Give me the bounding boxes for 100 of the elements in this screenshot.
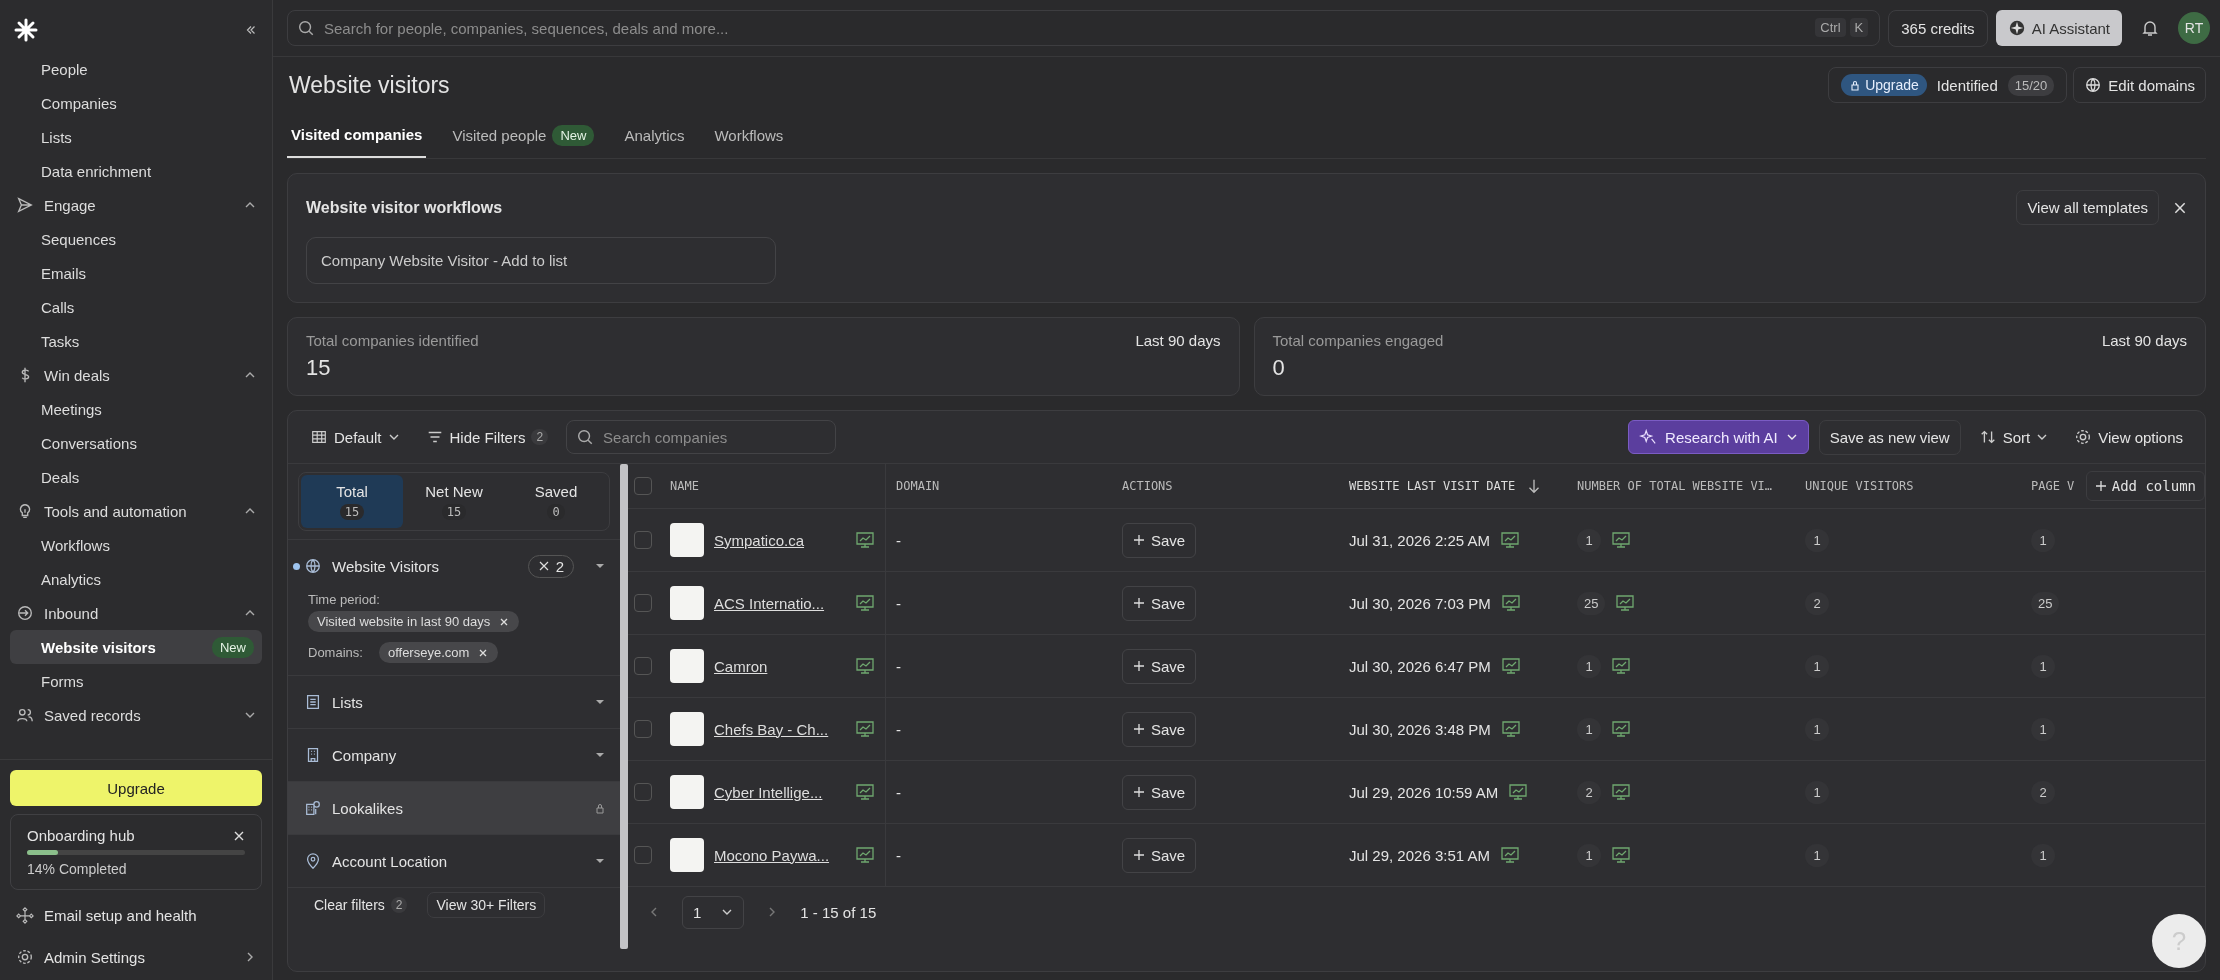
close-icon[interactable] [233, 829, 245, 842]
filter-section[interactable]: Lookalikes [288, 782, 620, 835]
credits-counter[interactable]: 365 credits [1888, 9, 1988, 47]
checkbox[interactable] [634, 783, 652, 801]
chart-monitor-icon[interactable] [855, 656, 875, 676]
collapse-icon[interactable] [244, 23, 258, 37]
segment-tab[interactable]: Saved 0 [505, 475, 607, 528]
chart-monitor-icon[interactable] [855, 530, 875, 550]
add-column-button[interactable]: Add column [2085, 471, 2205, 501]
ai-assistant-button[interactable]: AI Assistant [1995, 10, 2122, 46]
nav-section[interactable]: Inbound [10, 596, 262, 630]
filter-chip[interactable]: offerseye.com [378, 642, 499, 663]
chart-monitor-icon[interactable] [855, 845, 875, 865]
nav-item[interactable]: Companies [10, 86, 262, 120]
chart-monitor-icon[interactable] [1611, 845, 1631, 865]
chart-monitor-icon[interactable] [1499, 845, 1520, 865]
save-button[interactable]: Save [1122, 711, 1197, 747]
upgrade-button[interactable]: Upgrade [10, 770, 262, 806]
company-link[interactable]: Sympatico.ca [714, 531, 845, 549]
nav-item[interactable]: People [10, 52, 262, 86]
hide-filters-button[interactable]: Hide Filters 2 [417, 422, 557, 452]
chart-monitor-icon[interactable] [1611, 719, 1631, 739]
nav-item[interactable]: Forms [10, 664, 262, 698]
tab[interactable]: Workflows [710, 113, 788, 158]
chart-monitor-icon[interactable] [855, 782, 875, 802]
nav-section[interactable]: Saved records [10, 698, 262, 732]
save-button[interactable]: Save [1122, 585, 1197, 621]
segment-tab[interactable]: Net New 15 [403, 475, 505, 528]
nav-section[interactable]: Win deals [10, 358, 262, 392]
nav-item[interactable]: Calls [10, 290, 262, 324]
save-view-button[interactable]: Save as new view [1818, 419, 1961, 455]
nav-item[interactable]: Meetings [10, 392, 262, 426]
user-avatar[interactable]: RT [2178, 12, 2210, 44]
save-button[interactable]: Save [1122, 774, 1197, 810]
company-link[interactable]: Chefs Bay - Ch... [714, 720, 845, 738]
tab[interactable]: Visited companies [287, 113, 427, 158]
clear-filters-button[interactable]: Clear filters 2 [308, 896, 414, 914]
chart-monitor-icon[interactable] [1615, 593, 1636, 613]
chart-monitor-icon[interactable] [1500, 656, 1521, 676]
column-header[interactable]: ACTIONS [1122, 479, 1173, 493]
checkbox[interactable] [634, 594, 652, 612]
nav-item[interactable]: Conversations [10, 426, 262, 460]
nav-section[interactable]: Engage [10, 188, 262, 222]
save-button[interactable]: Save [1122, 522, 1197, 558]
nav-item[interactable]: Website visitors New [10, 630, 262, 664]
save-button[interactable]: Save [1122, 648, 1197, 684]
nav-link[interactable]: Admin Settings [10, 940, 262, 974]
filter-chip[interactable]: Visited website in last 90 days [308, 611, 520, 632]
nav-item[interactable]: Workflows [10, 528, 262, 562]
close-icon[interactable] [2173, 200, 2187, 215]
checkbox[interactable] [634, 657, 652, 675]
scrollbar[interactable] [620, 464, 628, 949]
more-filters-button[interactable]: View 30+ Filters [427, 892, 546, 918]
chart-monitor-icon[interactable] [855, 593, 875, 613]
chart-monitor-icon[interactable] [1500, 719, 1521, 739]
chart-monitor-icon[interactable] [1499, 530, 1520, 550]
company-link[interactable]: Camron [714, 657, 845, 675]
column-header[interactable]: DOMAIN [896, 479, 940, 493]
column-header[interactable]: NAME [670, 479, 699, 493]
tab[interactable]: Visited people New [448, 113, 599, 158]
segment-tab[interactable]: Total 15 [301, 475, 403, 528]
sort-button[interactable]: Sort [1970, 422, 2057, 452]
upgrade-badge[interactable]: Upgrade [1841, 74, 1927, 96]
chart-monitor-icon[interactable] [855, 719, 875, 739]
column-header[interactable]: PAGE V [2031, 479, 2075, 493]
nav-item[interactable]: Deals [10, 460, 262, 494]
workflow-template[interactable]: Company Website Visitor - Add to list [306, 237, 776, 284]
nav-item[interactable]: Data enrichment [10, 154, 262, 188]
checkbox[interactable] [634, 477, 652, 495]
checkbox[interactable] [634, 720, 652, 738]
checkbox[interactable] [634, 846, 652, 864]
company-search-field[interactable]: Search companies [566, 420, 837, 454]
chart-monitor-icon[interactable] [1611, 530, 1631, 550]
company-link[interactable]: Mocono Paywa... [714, 846, 845, 864]
filter-section[interactable]: Website Visitors 2 Time period: Visited website in last 90 days Domains: offerseye.com [288, 540, 620, 676]
nav-link[interactable]: Email setup and health [10, 898, 262, 932]
chart-monitor-icon[interactable] [1500, 593, 1521, 613]
save-button[interactable]: Save [1122, 837, 1197, 873]
column-header[interactable]: NUMBER OF TOTAL WEBSITE VI… [1577, 479, 1773, 493]
view-dropdown[interactable]: Default [302, 422, 408, 452]
nav-item[interactable]: Lists [10, 120, 262, 154]
page-select[interactable]: 1 [682, 895, 745, 929]
nav-item[interactable]: Analytics [10, 562, 262, 596]
bell-icon[interactable] [2140, 18, 2160, 38]
chart-monitor-icon[interactable] [1508, 782, 1529, 802]
tab[interactable]: Analytics [620, 113, 689, 158]
company-link[interactable]: Cyber Intellige... [714, 783, 845, 801]
column-header[interactable]: UNIQUE VISITORS [1805, 479, 1914, 493]
nav-item[interactable]: Tasks [10, 324, 262, 358]
view-options-button[interactable]: View options [2066, 422, 2191, 452]
nav-item[interactable]: Sequences [10, 222, 262, 256]
nav-item[interactable]: Emails [10, 256, 262, 290]
chart-monitor-icon[interactable] [1611, 782, 1631, 802]
chart-monitor-icon[interactable] [1611, 656, 1631, 676]
edit-domains-button[interactable]: Edit domains [2073, 67, 2206, 103]
nav-section[interactable]: Tools and automation [10, 494, 262, 528]
company-link[interactable]: ACS Internatio... [714, 594, 845, 612]
column-header[interactable]: WEBSITE LAST VISIT DATE [1349, 479, 1516, 493]
research-ai-button[interactable]: Research with AI [1628, 420, 1809, 454]
view-templates-button[interactable]: View all templates [2016, 190, 2159, 225]
